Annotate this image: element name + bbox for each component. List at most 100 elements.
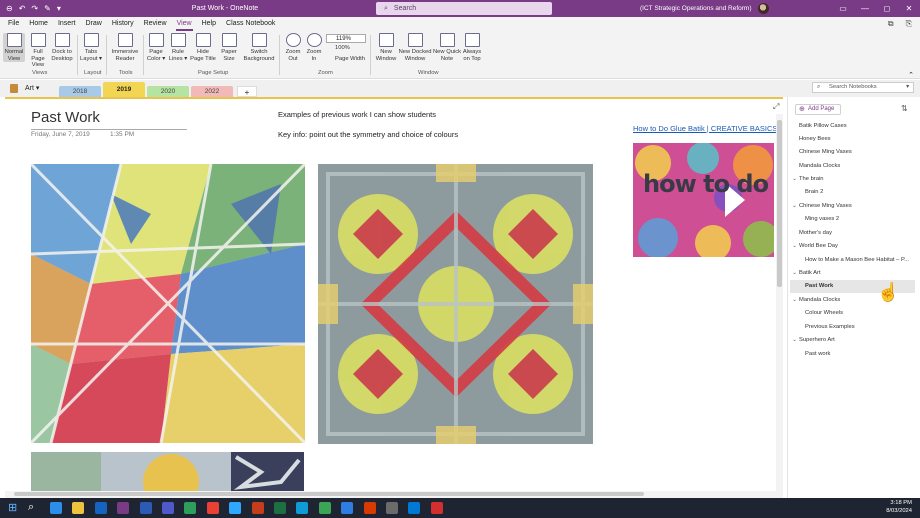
search-notebooks-field[interactable]: ⌕ Search Notebooks ▾: [812, 82, 914, 93]
tab-home[interactable]: Home: [24, 17, 53, 31]
rule-lines-button[interactable]: Rule Lines ▾: [168, 33, 188, 62]
maximize-button[interactable]: ◻: [876, 0, 898, 17]
sticky-notes-icon[interactable]: ⧉: [888, 19, 894, 29]
zoom-percentage-field[interactable]: 119%: [326, 34, 366, 43]
dock-to-desktop-button[interactable]: Dock to Desktop: [50, 33, 74, 62]
tab-class-notebook[interactable]: Class Notebook: [221, 17, 280, 31]
taskbar-app-file-explorer-icon[interactable]: [72, 502, 85, 514]
taskbar-clock[interactable]: 3:18 PM 8/03/2024: [886, 499, 912, 515]
horizontal-scroll-thumb[interactable]: [14, 492, 644, 496]
page-item[interactable]: Chinese Ming Vases: [790, 146, 915, 159]
taskbar-app-powerpoint-icon[interactable]: [251, 502, 264, 514]
chevron-down-icon[interactable]: ⌄: [790, 240, 799, 253]
zoom-100-button[interactable]: 100%: [327, 45, 350, 51]
note-text-2[interactable]: Key info: point out the symmetry and cho…: [278, 130, 458, 139]
page-color-button[interactable]: Page Color ▾: [146, 33, 166, 62]
page-width-button[interactable]: Page Width: [327, 56, 365, 62]
taskbar-app-edge-icon[interactable]: [50, 502, 62, 514]
taskbar-app-teams-icon[interactable]: [162, 502, 174, 514]
taskbar-app-class-notebook-icon[interactable]: [184, 502, 197, 514]
undo-icon[interactable]: ↶: [19, 4, 26, 13]
taskbar-app-app-16-icon[interactable]: [386, 502, 398, 514]
video-link[interactable]: How to Do Glue Batik | CREATIVE BASICS: [633, 124, 777, 133]
tab-view[interactable]: View: [172, 17, 197, 31]
taskbar-app-app-13-icon[interactable]: [318, 502, 331, 514]
close-button[interactable]: ✕: [898, 0, 920, 17]
new-window-button[interactable]: New Window: [374, 33, 398, 62]
page-item[interactable]: ⌄ World Bee Day: [790, 240, 915, 253]
page-item[interactable]: Batik Pillow Cases: [790, 120, 915, 133]
chevron-down-icon[interactable]: ⌄: [790, 334, 799, 347]
subpage-item[interactable]: How to Make a Mason Bee Habitat – P...: [790, 254, 915, 267]
chevron-down-icon[interactable]: ⌄: [790, 294, 799, 307]
sort-icon[interactable]: ⇅: [901, 104, 908, 113]
page-item[interactable]: ⌄ Superhero Art: [790, 334, 915, 347]
add-page-button[interactable]: Add Page: [795, 104, 841, 115]
batik-artwork-image-2[interactable]: [318, 164, 593, 444]
tab-help[interactable]: Help: [197, 17, 221, 31]
taskbar-app-word-icon[interactable]: [139, 502, 152, 514]
video-thumbnail[interactable]: how to do glue ba: [633, 143, 774, 257]
taskbar-app-onenote-icon[interactable]: [117, 502, 130, 514]
batik-artwork-image-1[interactable]: [31, 164, 305, 443]
taskbar-app-app-15-icon[interactable]: [363, 502, 376, 514]
subpage-item[interactable]: Ming vases 2: [790, 213, 915, 226]
minimize-button[interactable]: —: [854, 0, 876, 17]
page-item[interactable]: ⌄ The brain: [790, 173, 915, 186]
section-tab-2019[interactable]: 2019: [103, 82, 145, 97]
taskbar-app-app-17-icon[interactable]: [408, 502, 421, 514]
normal-view-button[interactable]: Normal View: [3, 33, 25, 63]
switch-background-button[interactable]: Switch Background: [242, 33, 276, 62]
immersive-reader-button[interactable]: Immersive Reader: [110, 33, 140, 62]
full-page-view-button[interactable]: Full Page View: [26, 33, 50, 69]
back-icon[interactable]: ⊖: [6, 4, 13, 13]
tabs-layout-button[interactable]: Tabs Layout ▾: [80, 33, 102, 62]
notebook-icon[interactable]: [10, 84, 18, 93]
section-tab-2018[interactable]: 2018: [59, 86, 101, 97]
section-tab-2020[interactable]: 2020: [147, 86, 189, 97]
page-item[interactable]: Mandala Clocks: [790, 160, 915, 173]
tab-insert[interactable]: Insert: [53, 17, 81, 31]
search-box[interactable]: ⌕ Search: [376, 2, 552, 15]
new-quick-note-button[interactable]: New Quick Note: [432, 33, 462, 62]
full-page-expand-icon[interactable]: ⤢: [773, 102, 779, 112]
page-item[interactable]: ⌄ Batik Art: [790, 267, 915, 280]
subpage-item[interactable]: Previous Examples: [790, 321, 915, 334]
redo-icon[interactable]: ↷: [31, 4, 38, 13]
hide-page-title-button[interactable]: Hide Page Title: [190, 33, 216, 62]
zoom-out-button[interactable]: Zoom Out: [283, 33, 303, 62]
chevron-down-icon[interactable]: ⌄: [790, 200, 799, 213]
page-item[interactable]: Mother's day: [790, 227, 915, 240]
taskbar-app-outlook-icon[interactable]: [94, 502, 107, 514]
always-on-top-button[interactable]: Always on Top: [461, 33, 483, 62]
page-title[interactable]: Past Work: [31, 109, 100, 126]
collapse-ribbon-icon[interactable]: ⌃: [908, 71, 914, 79]
section-tab-2022[interactable]: 2022: [191, 86, 233, 97]
taskbar-app-acrobat-icon[interactable]: [430, 502, 443, 514]
note-text-1[interactable]: Examples of previous work I can show stu…: [278, 110, 436, 119]
taskbar-app-app-14-icon[interactable]: [341, 502, 354, 514]
search-icon[interactable]: ⌕: [28, 501, 34, 514]
tab-history[interactable]: History: [107, 17, 139, 31]
vertical-scroll-thumb[interactable]: [777, 120, 782, 287]
pen-icon[interactable]: ✎: [44, 4, 51, 13]
chevron-down-icon[interactable]: ▾: [906, 83, 909, 92]
taskbar-app-app-12-icon[interactable]: [296, 502, 309, 514]
chevron-down-icon[interactable]: ⌄: [790, 267, 799, 280]
share-icon[interactable]: ⎘: [906, 19, 912, 29]
tab-review[interactable]: Review: [139, 17, 172, 31]
tab-file[interactable]: File: [3, 17, 24, 31]
page-item[interactable]: Honey Bees: [790, 133, 915, 146]
taskbar-app-chrome-icon[interactable]: [206, 502, 219, 514]
subpage-item[interactable]: Brain 2: [790, 186, 915, 199]
subpage-item[interactable]: Colour Wheels: [790, 307, 915, 320]
customize-qat-icon[interactable]: ▾: [57, 4, 61, 13]
page-item[interactable]: ⌄ Chinese Ming Vases: [790, 200, 915, 213]
chevron-down-icon[interactable]: ⌄: [790, 173, 799, 186]
taskbar-app-excel-icon[interactable]: [274, 502, 286, 514]
add-section-button[interactable]: +: [237, 86, 257, 97]
avatar[interactable]: [757, 3, 769, 14]
subpage-item[interactable]: Past work: [790, 348, 915, 361]
notebook-selector[interactable]: Art ▾: [25, 84, 39, 92]
zoom-in-button[interactable]: Zoom In: [304, 33, 324, 62]
